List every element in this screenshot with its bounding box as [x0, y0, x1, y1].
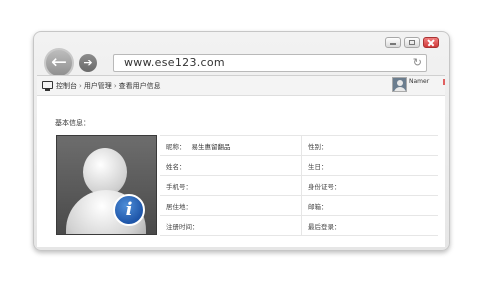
last-login-label: 最后登录：	[308, 222, 341, 231]
breadcrumb: 控制台 › 用户管理 › 查看用户信息	[56, 81, 161, 91]
table-cell: 生日：	[301, 155, 438, 176]
user-name[interactable]: Namer	[409, 78, 429, 85]
maximize-button[interactable]	[404, 37, 420, 48]
notification-mark	[443, 79, 445, 85]
browser-window: ← ➔ www.ese123.com ↻ 控制台 › 用户管理 › 查看用户信息 Nam…	[33, 31, 450, 251]
monitor-icon	[42, 81, 53, 91]
profile-table: 昵称： 易生惠留翻品 性别： 姓名： 生日： 手机号： 身份证号： 居住地： 邮箱…	[160, 135, 438, 236]
person-head-shape	[83, 148, 127, 196]
close-button[interactable]	[423, 37, 439, 48]
breadcrumb-toolbar: 控制台 › 用户管理 › 查看用户信息 Namer	[37, 76, 445, 96]
table-cell: 居住地：	[160, 195, 302, 216]
nickname-label: 昵称：	[166, 142, 186, 151]
section-title: 基本信息：	[55, 119, 90, 127]
breadcrumb-item-user-management[interactable]: 用户管理	[84, 82, 112, 90]
table-cell: 姓名：	[160, 155, 302, 176]
name-label: 姓名：	[166, 162, 186, 171]
avatar[interactable]	[392, 77, 407, 92]
info-icon: i	[113, 194, 145, 226]
url-text: www.ese123.com	[124, 56, 225, 69]
table-cell: 身份证号：	[301, 175, 438, 196]
nickname-value: 易生惠留翻品	[191, 142, 231, 151]
forward-arrow-icon[interactable]: ➔	[79, 54, 97, 72]
table-cell: 手机号：	[160, 175, 302, 196]
table-row: 姓名： 生日：	[160, 155, 438, 176]
address-bar[interactable]: www.ese123.com ↻	[113, 54, 427, 72]
table-row: 居住地： 邮箱：	[160, 195, 438, 216]
table-row: 手机号： 身份证号：	[160, 175, 438, 196]
back-arrow-icon[interactable]: ←	[44, 48, 74, 78]
table-row: 注册时间： 最后登录：	[160, 215, 438, 236]
birthday-label: 生日：	[308, 162, 328, 171]
breadcrumb-item-console[interactable]: 控制台	[56, 82, 77, 90]
minimize-button[interactable]	[385, 37, 401, 48]
table-cell: 最后登录：	[301, 215, 438, 236]
phone-label: 手机号：	[166, 182, 192, 191]
page-content: 控制台 › 用户管理 › 查看用户信息 Namer 基本信息： i 昵称： 易生惠留翻品 …	[37, 75, 445, 247]
email-label: 邮箱：	[308, 202, 328, 211]
user-photo: i	[56, 135, 157, 235]
table-cell: 邮箱：	[301, 195, 438, 216]
breadcrumb-separator: ›	[113, 82, 117, 90]
table-cell: 性别：	[301, 135, 438, 156]
id-number-label: 身份证号：	[308, 182, 341, 191]
breadcrumb-item-view-user: 查看用户信息	[118, 82, 161, 90]
breadcrumb-separator: ›	[79, 82, 82, 90]
register-time-label: 注册时间：	[166, 222, 199, 231]
reload-icon[interactable]: ↻	[413, 57, 422, 69]
residence-label: 居住地：	[166, 202, 192, 211]
table-cell: 注册时间：	[160, 215, 302, 236]
table-row: 昵称： 易生惠留翻品 性别：	[160, 135, 438, 156]
table-cell: 昵称： 易生惠留翻品	[160, 135, 302, 156]
gender-label: 性别：	[308, 142, 328, 151]
